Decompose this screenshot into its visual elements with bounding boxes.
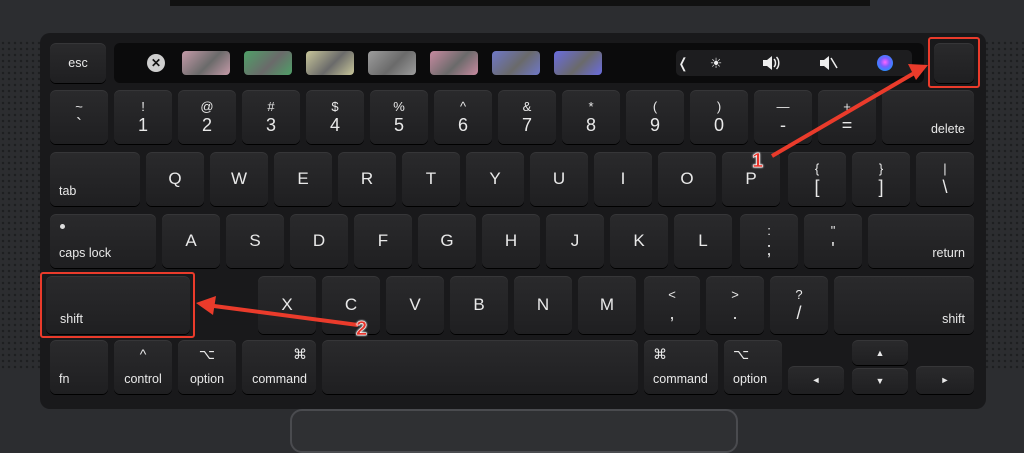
arrow-1-head xyxy=(908,64,928,80)
annotation-arrows xyxy=(196,64,928,327)
arrow-1-shaft xyxy=(770,70,918,158)
arrow-2-head xyxy=(196,296,216,315)
marker-2: 2 xyxy=(356,318,368,341)
arrow-2-shaft xyxy=(213,304,359,327)
marker-1: 1 xyxy=(752,150,764,173)
